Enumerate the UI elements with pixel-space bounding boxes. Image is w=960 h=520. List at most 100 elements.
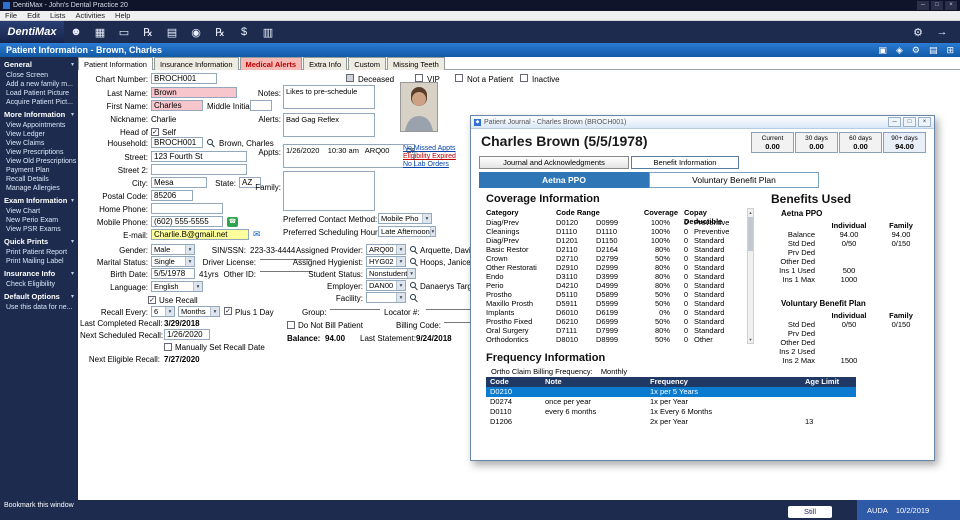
sidebar-item[interactable]: View Appointments — [0, 121, 78, 130]
do-not-bill-checkbox[interactable] — [287, 321, 295, 329]
bookmark-window-link[interactable]: Bookmark this window — [4, 502, 74, 509]
coverage-row[interactable]: Basic Restor D2110 D2164 80% 0 Standard — [486, 245, 746, 254]
tab-patient-information[interactable]: Patient Information — [78, 57, 153, 70]
coverage-scrollbar[interactable]: ▲ ▼ — [747, 208, 754, 344]
maximize-button[interactable]: □ — [931, 1, 943, 10]
inactive-checkbox[interactable] — [520, 74, 528, 82]
sidebar-section-insurance-info[interactable]: Insurance Info ▾ — [0, 266, 78, 280]
tab-voluntary-benefit-plan[interactable]: Voluntary Benefit Plan — [649, 172, 819, 188]
payments-icon[interactable]: ◉ — [184, 26, 208, 39]
frequency-row[interactable]: D1206 2x per Year 13 — [486, 417, 856, 427]
frequency-row[interactable]: D0110 every 6 months 1x Every 6 Months — [486, 407, 856, 417]
sidebar-section-general[interactable]: General ▾ — [0, 57, 78, 71]
scroll-up-icon[interactable]: ▲ — [748, 209, 753, 216]
journal-title-bar[interactable]: ◆ Patient Journal - Charles Brown (BROCH… — [471, 116, 934, 129]
street2-input[interactable] — [151, 164, 247, 175]
coverage-row[interactable]: Cleanings D1110 D1110 100% 0 Preventive — [486, 227, 746, 236]
sidebar-item[interactable]: Use this data for ne... — [0, 303, 78, 312]
no-lab-orders-link[interactable]: No Lab Orders — [403, 161, 449, 168]
home-phone-input[interactable] — [151, 203, 223, 214]
windows-icon[interactable]: ⊞ — [946, 45, 954, 56]
preferred-hours-select[interactable]: Late Afternoon ▾ — [378, 226, 436, 237]
assigned-provider-select[interactable]: ARQ00 ▾ — [366, 244, 406, 255]
sidebar-item[interactable]: View Prescriptions — [0, 148, 78, 157]
patient-photo[interactable] — [400, 82, 438, 132]
family-list[interactable] — [283, 171, 375, 211]
coverage-row[interactable]: Perio D4210 D4999 80% 0 Standard — [486, 281, 746, 290]
tab-medical-alerts[interactable]: Medical Alerts — [239, 57, 303, 70]
frequency-row[interactable]: D0274 once per year 1x per Year — [486, 397, 856, 407]
next-scheduled-recall-input[interactable]: 1/26/2020 — [164, 329, 210, 340]
aging-bucket-button[interactable]: Current 0.00 — [751, 132, 794, 153]
email-input[interactable]: Charlie.B@gmail.net — [151, 229, 249, 240]
sidebar-section-quick-prints[interactable]: Quick Prints ▾ — [0, 234, 78, 248]
minimize-button[interactable]: ─ — [917, 1, 929, 10]
print-settings-icon[interactable]: ⚙ — [912, 45, 920, 56]
preferred-contact-select[interactable]: Mobile Pho ▾ — [378, 213, 432, 224]
coverage-row[interactable]: Prostho Fixed D6210 D6999 50% 0 Standard — [486, 317, 746, 326]
eligibility-expired-link[interactable]: Eligibility Expired — [403, 153, 456, 160]
aging-bucket-button[interactable]: 90+ days 94.00 — [883, 132, 926, 153]
last-name-input[interactable]: Brown — [151, 87, 237, 98]
sidebar-item[interactable]: View Old Prescriptions — [0, 157, 78, 166]
birth-date-input[interactable]: 5/5/1978 — [151, 268, 195, 279]
appts-list[interactable]: 1/26/2020 10:30 am ARQ00 OP003 — [283, 144, 415, 168]
deceased-checkbox[interactable] — [346, 74, 354, 82]
coverage-row[interactable]: Crown D2710 D2799 50% 0 Standard — [486, 254, 746, 263]
coverage-row[interactable]: Prostho D5110 D5899 50% 0 Standard — [486, 290, 746, 299]
sidebar-item[interactable]: Load Patient Picture — [0, 89, 78, 98]
menu-item[interactable]: File — [0, 11, 22, 20]
manual-recall-checkbox[interactable] — [164, 343, 172, 351]
household-search-icon[interactable] — [207, 139, 213, 145]
chart-number-input[interactable]: BROCH001 — [151, 73, 217, 84]
tab-aetna-ppo[interactable]: Aetna PPO — [479, 172, 649, 188]
scrollbar-thumb[interactable] — [748, 217, 753, 251]
journal-close-button[interactable]: × — [918, 117, 931, 127]
forms-icon[interactable]: ▤ — [160, 26, 184, 39]
hygienist-search-icon[interactable] — [410, 258, 416, 264]
coverage-row[interactable]: Orthodontics D8010 D8999 50% 0 Other — [486, 335, 746, 344]
plus-1-day-checkbox[interactable]: ✓ — [224, 307, 232, 315]
no-missed-appts-link[interactable]: No Missed Appts — [403, 145, 456, 152]
sidebar-item[interactable]: View Ledger — [0, 130, 78, 139]
self-checkbox[interactable]: ✓ — [151, 128, 159, 136]
menu-item[interactable]: Lists — [45, 11, 70, 20]
tab-benefit-information[interactable]: Benefit Information — [631, 156, 739, 169]
aging-bucket-button[interactable]: 60 days 0.00 — [839, 132, 882, 153]
coverage-row[interactable]: Other Restorati D2910 D2999 80% 0 Standa… — [486, 263, 746, 272]
assigned-hygienist-select[interactable]: HYG02 ▾ — [366, 256, 406, 267]
coverage-row[interactable]: Diag/Prev D0120 D0999 100% 0 Preventive — [486, 218, 746, 227]
sidebar-item[interactable]: Acquire Patient Pict... — [0, 98, 78, 107]
student-status-select[interactable]: Nonstudent ▾ — [366, 268, 416, 279]
appointments-icon[interactable]: ▦ — [88, 26, 112, 39]
sidebar-item[interactable]: Check Eligibility — [0, 280, 78, 289]
coverage-row[interactable]: Implants D6010 D6199 0% 0 Standard — [486, 308, 746, 317]
language-select[interactable]: English ▾ — [151, 281, 203, 292]
tab-extra-info[interactable]: Extra Info — [303, 57, 348, 70]
sidebar-item[interactable]: View Chart — [0, 207, 78, 216]
sidebar-section-more-information[interactable]: More Information ▾ — [0, 107, 78, 121]
ledger-icon[interactable]: ▥ — [256, 26, 280, 39]
menu-item[interactable]: Help — [110, 11, 135, 20]
employer-select[interactable]: DAN00 ▾ — [366, 280, 406, 291]
tab-journal-acknowledgments[interactable]: Journal and Acknowledgments — [479, 156, 629, 169]
folder-icon[interactable]: ▭ — [112, 26, 136, 39]
aging-bucket-button[interactable]: 30 days 0.00 — [795, 132, 838, 153]
menu-item[interactable]: Activities — [70, 11, 110, 20]
middle-initial-input[interactable] — [250, 100, 272, 111]
sidebar-item[interactable]: Recall Details — [0, 175, 78, 184]
facility-search-icon[interactable] — [410, 294, 416, 300]
coverage-row[interactable]: Endo D3110 D3999 80% 0 Standard — [486, 272, 746, 281]
sidebar-item[interactable]: View Claims — [0, 139, 78, 148]
alerts-textarea[interactable]: Bad Gag Reflex — [283, 113, 375, 137]
marital-status-select[interactable]: Single ▾ — [151, 256, 195, 267]
prescriptions-icon[interactable]: ℞ — [136, 26, 160, 39]
nickname-value[interactable]: Charlie — [151, 115, 176, 124]
mobile-phone-input[interactable]: (602) 555-5555 — [151, 216, 223, 227]
notes-textarea[interactable]: Likes to pre-schedule — [283, 85, 375, 109]
household-code-input[interactable]: BROCH001 — [151, 137, 203, 148]
sidebar-item[interactable]: Print Patient Report — [0, 248, 78, 257]
city-input[interactable]: Mesa — [151, 177, 207, 188]
sidebar-section-exam-information[interactable]: Exam Information ▾ — [0, 193, 78, 207]
recall-every-select[interactable]: 6 ▾ — [151, 306, 175, 317]
